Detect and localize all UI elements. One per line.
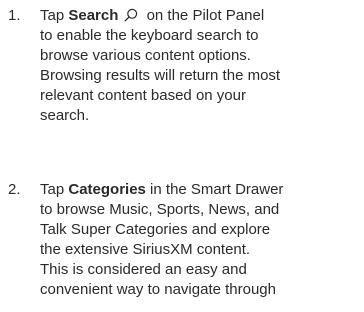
- step-line: the extensive SiriusXM content.: [40, 241, 251, 258]
- step-1: 1. Tap Search on the Pilot Panel to enab…: [0, 6, 364, 126]
- step-line-suffix: on the Pilot Panel: [142, 7, 265, 24]
- step-line-prefix: Tap: [40, 7, 69, 24]
- step-text: Tap Categories in the Smart Drawer to br…: [40, 180, 364, 300]
- step-line: search.: [40, 107, 90, 124]
- step-line-suffix: in the Smart Drawer: [145, 181, 284, 198]
- categories-keyword: Categories: [68, 181, 146, 198]
- step-line: to browse Music, Sports, News, and: [40, 201, 280, 218]
- step-line: Tap Search on the Pilot Panel: [40, 6, 364, 26]
- step-line: Tap Categories in the Smart Drawer: [40, 180, 364, 200]
- step-line: Talk Super Categories and explore: [40, 221, 271, 238]
- search-keyword: Search: [68, 7, 119, 24]
- step-line: to enable the keyboard search to: [40, 27, 259, 44]
- step-line: relevant content based on your: [40, 87, 246, 104]
- step-text: Tap Search on the Pilot Panel to enable …: [40, 6, 364, 126]
- step-line: convenient way to navigate through: [40, 281, 276, 298]
- step-line-prefix: Tap: [40, 181, 69, 198]
- search-icon: [124, 8, 138, 22]
- step-line: This is considered an easy and: [40, 261, 247, 278]
- step-number: 1.: [8, 7, 21, 24]
- step-number: 2.: [8, 181, 21, 198]
- step-line: Browsing results will return the most: [40, 67, 281, 84]
- step-line: browse various content options.: [40, 47, 251, 64]
- step-2: 2. Tap Categories in the Smart Drawer to…: [0, 180, 364, 312]
